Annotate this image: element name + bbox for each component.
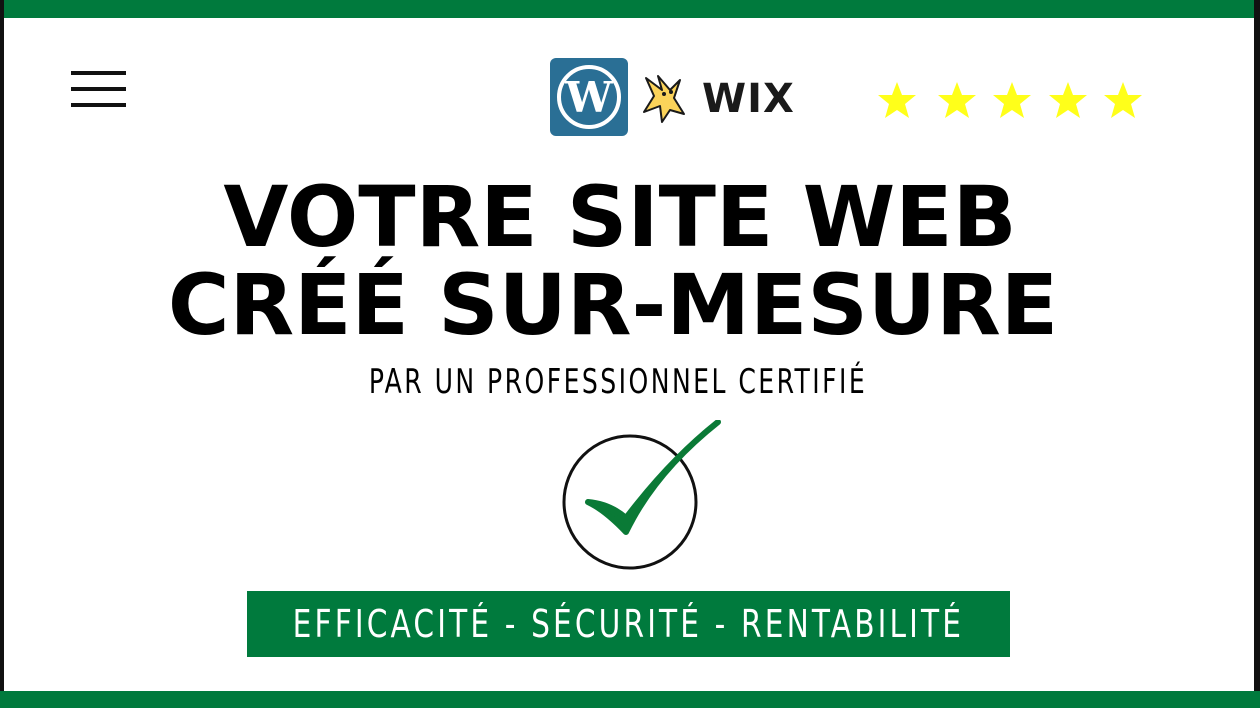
check-circle-icon <box>562 420 721 570</box>
right-edge <box>1254 0 1260 708</box>
bottom-border <box>0 691 1260 708</box>
wordpress-logo-icon: W <box>550 58 628 136</box>
left-edge <box>0 0 4 708</box>
subtitle: PAR UN PROFESSIONNEL CERTIFIÉ <box>368 362 868 402</box>
benefits-banner: EFFICACITÉ - SÉCURITÉ - RENTABILITÉ <box>247 591 1010 657</box>
headline-line-2: CRÉÉ SUR-MESURE <box>167 256 1059 354</box>
hero-banner: W WIX VOTRE SITE WEB CRÉÉ SUR-MESURE PAR… <box>0 0 1260 708</box>
star-icon <box>938 82 976 118</box>
hamburger-menu-icon[interactable] <box>71 71 126 108</box>
menu-line <box>71 71 126 75</box>
top-border <box>0 0 1260 18</box>
star-icon <box>878 82 916 118</box>
star-icon <box>1049 82 1087 118</box>
menu-line <box>71 103 126 107</box>
wix-wordmark: WIX <box>702 76 795 122</box>
benefits-text: EFFICACITÉ - SÉCURITÉ - RENTABILITÉ <box>292 602 965 646</box>
svg-text:W: W <box>564 73 613 122</box>
headline-line-1: VOTRE SITE WEB <box>223 168 1017 266</box>
star-icon <box>1104 82 1142 118</box>
five-star-rating <box>878 82 1142 118</box>
star-icon <box>993 82 1031 118</box>
menu-line <box>71 87 126 91</box>
